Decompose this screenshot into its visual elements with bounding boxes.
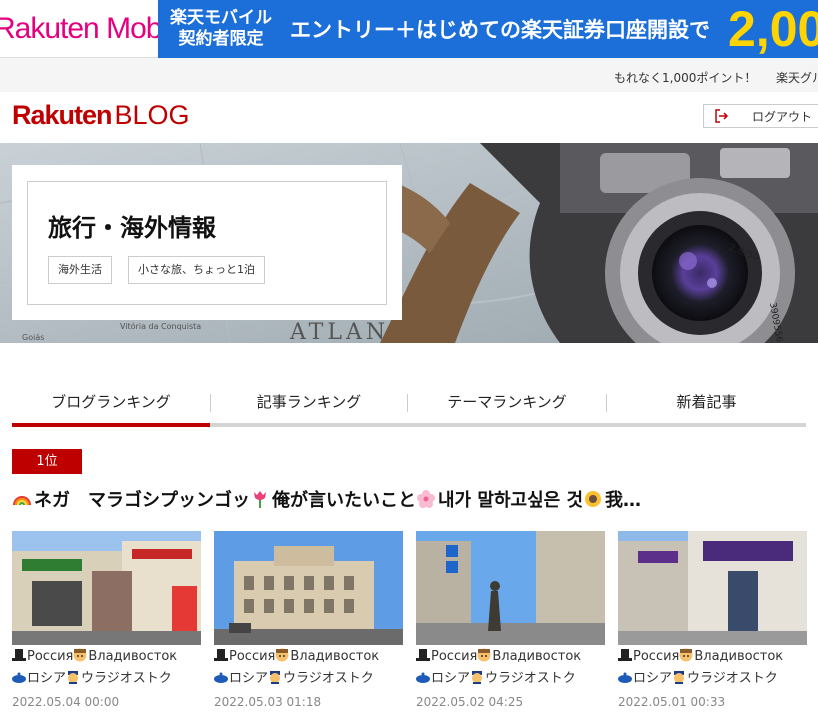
- article-date: 2022.05.03 01:18: [214, 695, 322, 709]
- ad-banner[interactable]: Rakuten Mobile 楽天モバイル 契約者限定 エントリー＋はじめての楽…: [0, 0, 818, 58]
- blog-title-card: 旅行・海外情報 海外生活 小さな旅、ちょっと1泊: [12, 165, 402, 320]
- tulip-icon: [254, 491, 266, 508]
- article-thumbnail[interactable]: [214, 531, 403, 645]
- article-caption-ja: ロシア ウラジオストク: [416, 668, 605, 689]
- article-card[interactable]: Россия Владивосток ロシア ウラジオストク 2022.05.04 …: [12, 531, 201, 709]
- caption-city-ja: ウラジオストク: [283, 671, 374, 686]
- tab-new-articles[interactable]: 新着記事: [607, 383, 806, 423]
- man-face-icon: [477, 648, 491, 662]
- ranking-tabs: ブログランキング 記事ランキング テーマランキング 新着記事: [12, 383, 806, 427]
- map-label-vitoria: Vitória da Conquista: [120, 321, 201, 331]
- caption-city-ru: Владивосток: [694, 649, 784, 664]
- blog-title-card-inner: 旅行・海外情報 海外生活 小さな旅、ちょっと1泊: [27, 181, 387, 305]
- rank-badge: 1位: [12, 449, 82, 474]
- rakuten-blog-logo[interactable]: Rakuten BLOG: [12, 100, 190, 132]
- blog-title-part-4: 我…: [605, 490, 642, 511]
- article-thumbnail[interactable]: [12, 531, 201, 645]
- genre-title: 旅行・海外情報: [48, 214, 216, 242]
- police-officer-icon: [674, 671, 685, 684]
- caption-country-ru: Россия: [431, 649, 478, 664]
- caption-city-ru: Владивосток: [290, 649, 380, 664]
- ad-sub-line2: 契約者限定: [178, 29, 264, 49]
- logout-icon: [714, 108, 730, 124]
- blog-title-part-3: 내가 말하고싶은 것: [438, 490, 584, 511]
- top-hat-icon: [214, 649, 228, 661]
- sunflower-icon: [585, 491, 602, 507]
- caption-country-ru: Россия: [229, 649, 276, 664]
- ad-offer-panel[interactable]: 楽天モバイル 契約者限定 エントリー＋はじめての楽天証券口座開設で 2,00: [158, 0, 818, 58]
- logout-button[interactable]: ログアウト: [703, 104, 818, 128]
- top-hat-icon: [12, 649, 26, 661]
- caption-country-ja: ロシア: [633, 671, 673, 686]
- caption-country-ja: ロシア: [431, 671, 471, 686]
- tab-article-ranking[interactable]: 記事ランキング: [211, 383, 407, 423]
- ad-brand-text: Rakuten Mobile: [0, 11, 158, 45]
- article-date: 2022.05.04 00:00: [12, 695, 120, 709]
- article-card[interactable]: Россия Владивосток ロシア ウラジオストク 2022.05.03 …: [214, 531, 403, 709]
- cherry-blossom-icon: [417, 490, 435, 508]
- caption-city-ja: ウラジオストク: [485, 671, 576, 686]
- article-card[interactable]: Россия Владивосток ロシア ウラジオストク 2022.05.01 …: [618, 531, 807, 709]
- map-label-atlantic: ATLAN: [289, 320, 389, 343]
- beret-icon: [618, 672, 632, 683]
- article-caption-ja: ロシア ウラジオストク: [214, 668, 403, 689]
- tag-small-trip[interactable]: 小さな旅、ちょっと1泊: [128, 256, 265, 284]
- tab-theme-ranking[interactable]: テーマランキング: [408, 383, 606, 423]
- tag-overseas-life[interactable]: 海外生活: [48, 256, 112, 284]
- man-face-icon: [73, 648, 87, 662]
- logo-rakuten: Rakuten: [12, 100, 113, 130]
- beret-icon: [12, 672, 26, 683]
- tab-blog-ranking[interactable]: ブログランキング: [12, 383, 210, 427]
- police-officer-icon: [68, 671, 79, 684]
- article-thumbnail[interactable]: [618, 531, 807, 645]
- article-card[interactable]: Россия Владивосток ロシア ウラジオストク 2022.05.02 …: [416, 531, 605, 709]
- police-officer-icon: [270, 671, 281, 684]
- ad-brand-panel[interactable]: Rakuten Mobile: [0, 0, 158, 58]
- caption-country-ru: Россия: [633, 649, 680, 664]
- ad-number: 2,00: [728, 1, 818, 57]
- caption-city-ru: Владивосток: [492, 649, 582, 664]
- man-face-icon: [275, 648, 289, 662]
- article-date: 2022.05.01 00:33: [618, 695, 726, 709]
- caption-country-ja: ロシア: [229, 671, 269, 686]
- article-caption-ru: Россия Владивосток: [416, 646, 605, 667]
- ad-sub-text: 楽天モバイル 契約者限定: [158, 8, 276, 50]
- ad-sub-line1: 楽天モバイル: [170, 8, 272, 28]
- article-date: 2022.05.02 04:25: [416, 695, 524, 709]
- map-label-goias: Goiás: [22, 333, 44, 342]
- article-caption-ru: Россия Владивосток: [618, 646, 807, 667]
- top-hat-icon: [618, 649, 632, 661]
- man-face-icon: [679, 648, 693, 662]
- beret-icon: [214, 672, 228, 683]
- article-caption-ru: Россия Владивосток: [214, 646, 403, 667]
- blog-title-part-2: 俺が言いたいこと: [272, 490, 416, 511]
- promo-link[interactable]: もれなく1,000ポイント！: [614, 69, 756, 86]
- top-hat-icon: [416, 649, 430, 661]
- promo-strip: もれなく1,000ポイント！ 楽天グル: [0, 58, 818, 92]
- ad-main-text: エントリー＋はじめての楽天証券口座開設で: [290, 18, 710, 42]
- police-officer-icon: [472, 671, 483, 684]
- article-caption-ja: ロシア ウラジオストク: [12, 668, 201, 689]
- caption-country-ru: Россия: [27, 649, 74, 664]
- caption-city-ru: Владивосток: [88, 649, 178, 664]
- blog-title-part-1: ネガ マラゴシプッンゴッ: [34, 490, 250, 511]
- hero-banner: 2.8/50 3909556 Vitória da Conquista Goiá…: [0, 143, 818, 343]
- article-caption-ja: ロシア ウラジオストク: [618, 668, 807, 689]
- article-caption-ru: Россия Владивосток: [12, 646, 201, 667]
- caption-country-ja: ロシア: [27, 671, 67, 686]
- article-thumbnail[interactable]: [416, 531, 605, 645]
- promo-link-2[interactable]: 楽天グル: [776, 69, 818, 86]
- caption-city-ja: ウラジオストク: [81, 671, 172, 686]
- ranked-blog-title[interactable]: ネガ マラゴシプッンゴッ 俺が言いたいこと 내가 말하고싶은 것 我…: [12, 485, 812, 513]
- rainbow-icon: [13, 496, 31, 506]
- caption-city-ja: ウラジオストク: [687, 671, 778, 686]
- beret-icon: [416, 672, 430, 683]
- logo-blog: BLOG: [114, 100, 190, 130]
- logout-label: ログアウト: [752, 109, 813, 124]
